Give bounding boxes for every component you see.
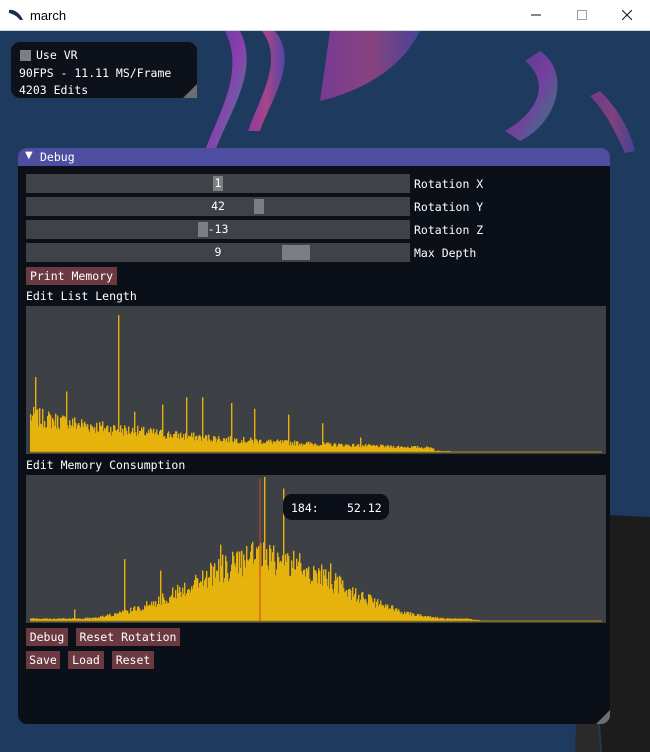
load-button[interactable]: Load bbox=[68, 651, 104, 669]
debug-window: ▼ Debug 1 Rotation X 42 Rotation Y -13 R… bbox=[18, 148, 610, 724]
plot-tooltip: 184: 52.12 bbox=[283, 494, 389, 520]
minimize-button[interactable] bbox=[513, 0, 559, 30]
resize-grip[interactable] bbox=[183, 84, 197, 98]
rotation-x-label: Rotation X bbox=[414, 177, 484, 191]
use-vr-label: Use VR bbox=[36, 48, 78, 62]
edit-list-length-label: Edit List Length bbox=[26, 289, 137, 303]
rotation-x-slider[interactable]: 1 bbox=[26, 174, 410, 193]
tooltip-index: 184: bbox=[291, 501, 319, 515]
minimize-icon bbox=[531, 14, 541, 16]
maximize-icon bbox=[577, 10, 587, 20]
debug-button[interactable]: Debug bbox=[26, 628, 68, 646]
rotation-y-slider[interactable]: 42 bbox=[26, 197, 410, 216]
resize-grip[interactable] bbox=[596, 710, 610, 724]
save-button[interactable]: Save bbox=[26, 651, 60, 669]
reset-rotation-button[interactable]: Reset Rotation bbox=[76, 628, 180, 646]
feather-icon bbox=[9, 9, 23, 20]
reset-button[interactable]: Reset bbox=[112, 651, 154, 669]
close-button[interactable] bbox=[604, 0, 650, 30]
rotation-z-label: Rotation Z bbox=[414, 223, 484, 237]
print-memory-button[interactable]: Print Memory bbox=[26, 267, 117, 285]
edit-list-length-plot[interactable] bbox=[26, 306, 606, 454]
max-depth-value: 9 bbox=[214, 245, 222, 259]
fps-text: 90FPS - 11.11 MS/Frame bbox=[19, 66, 172, 80]
edit-list-length-histogram bbox=[30, 315, 602, 453]
rotation-z-value: -13 bbox=[207, 222, 229, 236]
rotation-z-slider[interactable]: -13 bbox=[26, 220, 410, 239]
collapse-arrow-icon[interactable]: ▼ bbox=[25, 150, 33, 161]
rotation-x-value: 1 bbox=[214, 176, 222, 190]
tooltip-value: 52.12 bbox=[347, 501, 382, 515]
histogram-bar bbox=[118, 315, 120, 452]
max-depth-slider[interactable]: 9 bbox=[26, 243, 410, 262]
rotation-y-value: 42 bbox=[211, 199, 225, 213]
close-icon bbox=[622, 10, 632, 20]
debug-title-bar[interactable]: ▼ Debug bbox=[18, 148, 610, 166]
rotation-y-label: Rotation Y bbox=[414, 200, 484, 214]
max-depth-label: Max Depth bbox=[414, 246, 477, 260]
title-bar: march bbox=[0, 0, 650, 31]
maximize-button[interactable] bbox=[559, 0, 605, 30]
window-title: march bbox=[30, 8, 67, 23]
stats-overlay: Use VR 90FPS - 11.11 MS/Frame 4203 Edits bbox=[11, 42, 197, 98]
use-vr-checkbox[interactable] bbox=[20, 50, 31, 61]
edits-count: 4203 Edits bbox=[19, 83, 89, 97]
debug-window-title: Debug bbox=[40, 150, 75, 164]
edit-memory-label: Edit Memory Consumption bbox=[26, 458, 186, 472]
